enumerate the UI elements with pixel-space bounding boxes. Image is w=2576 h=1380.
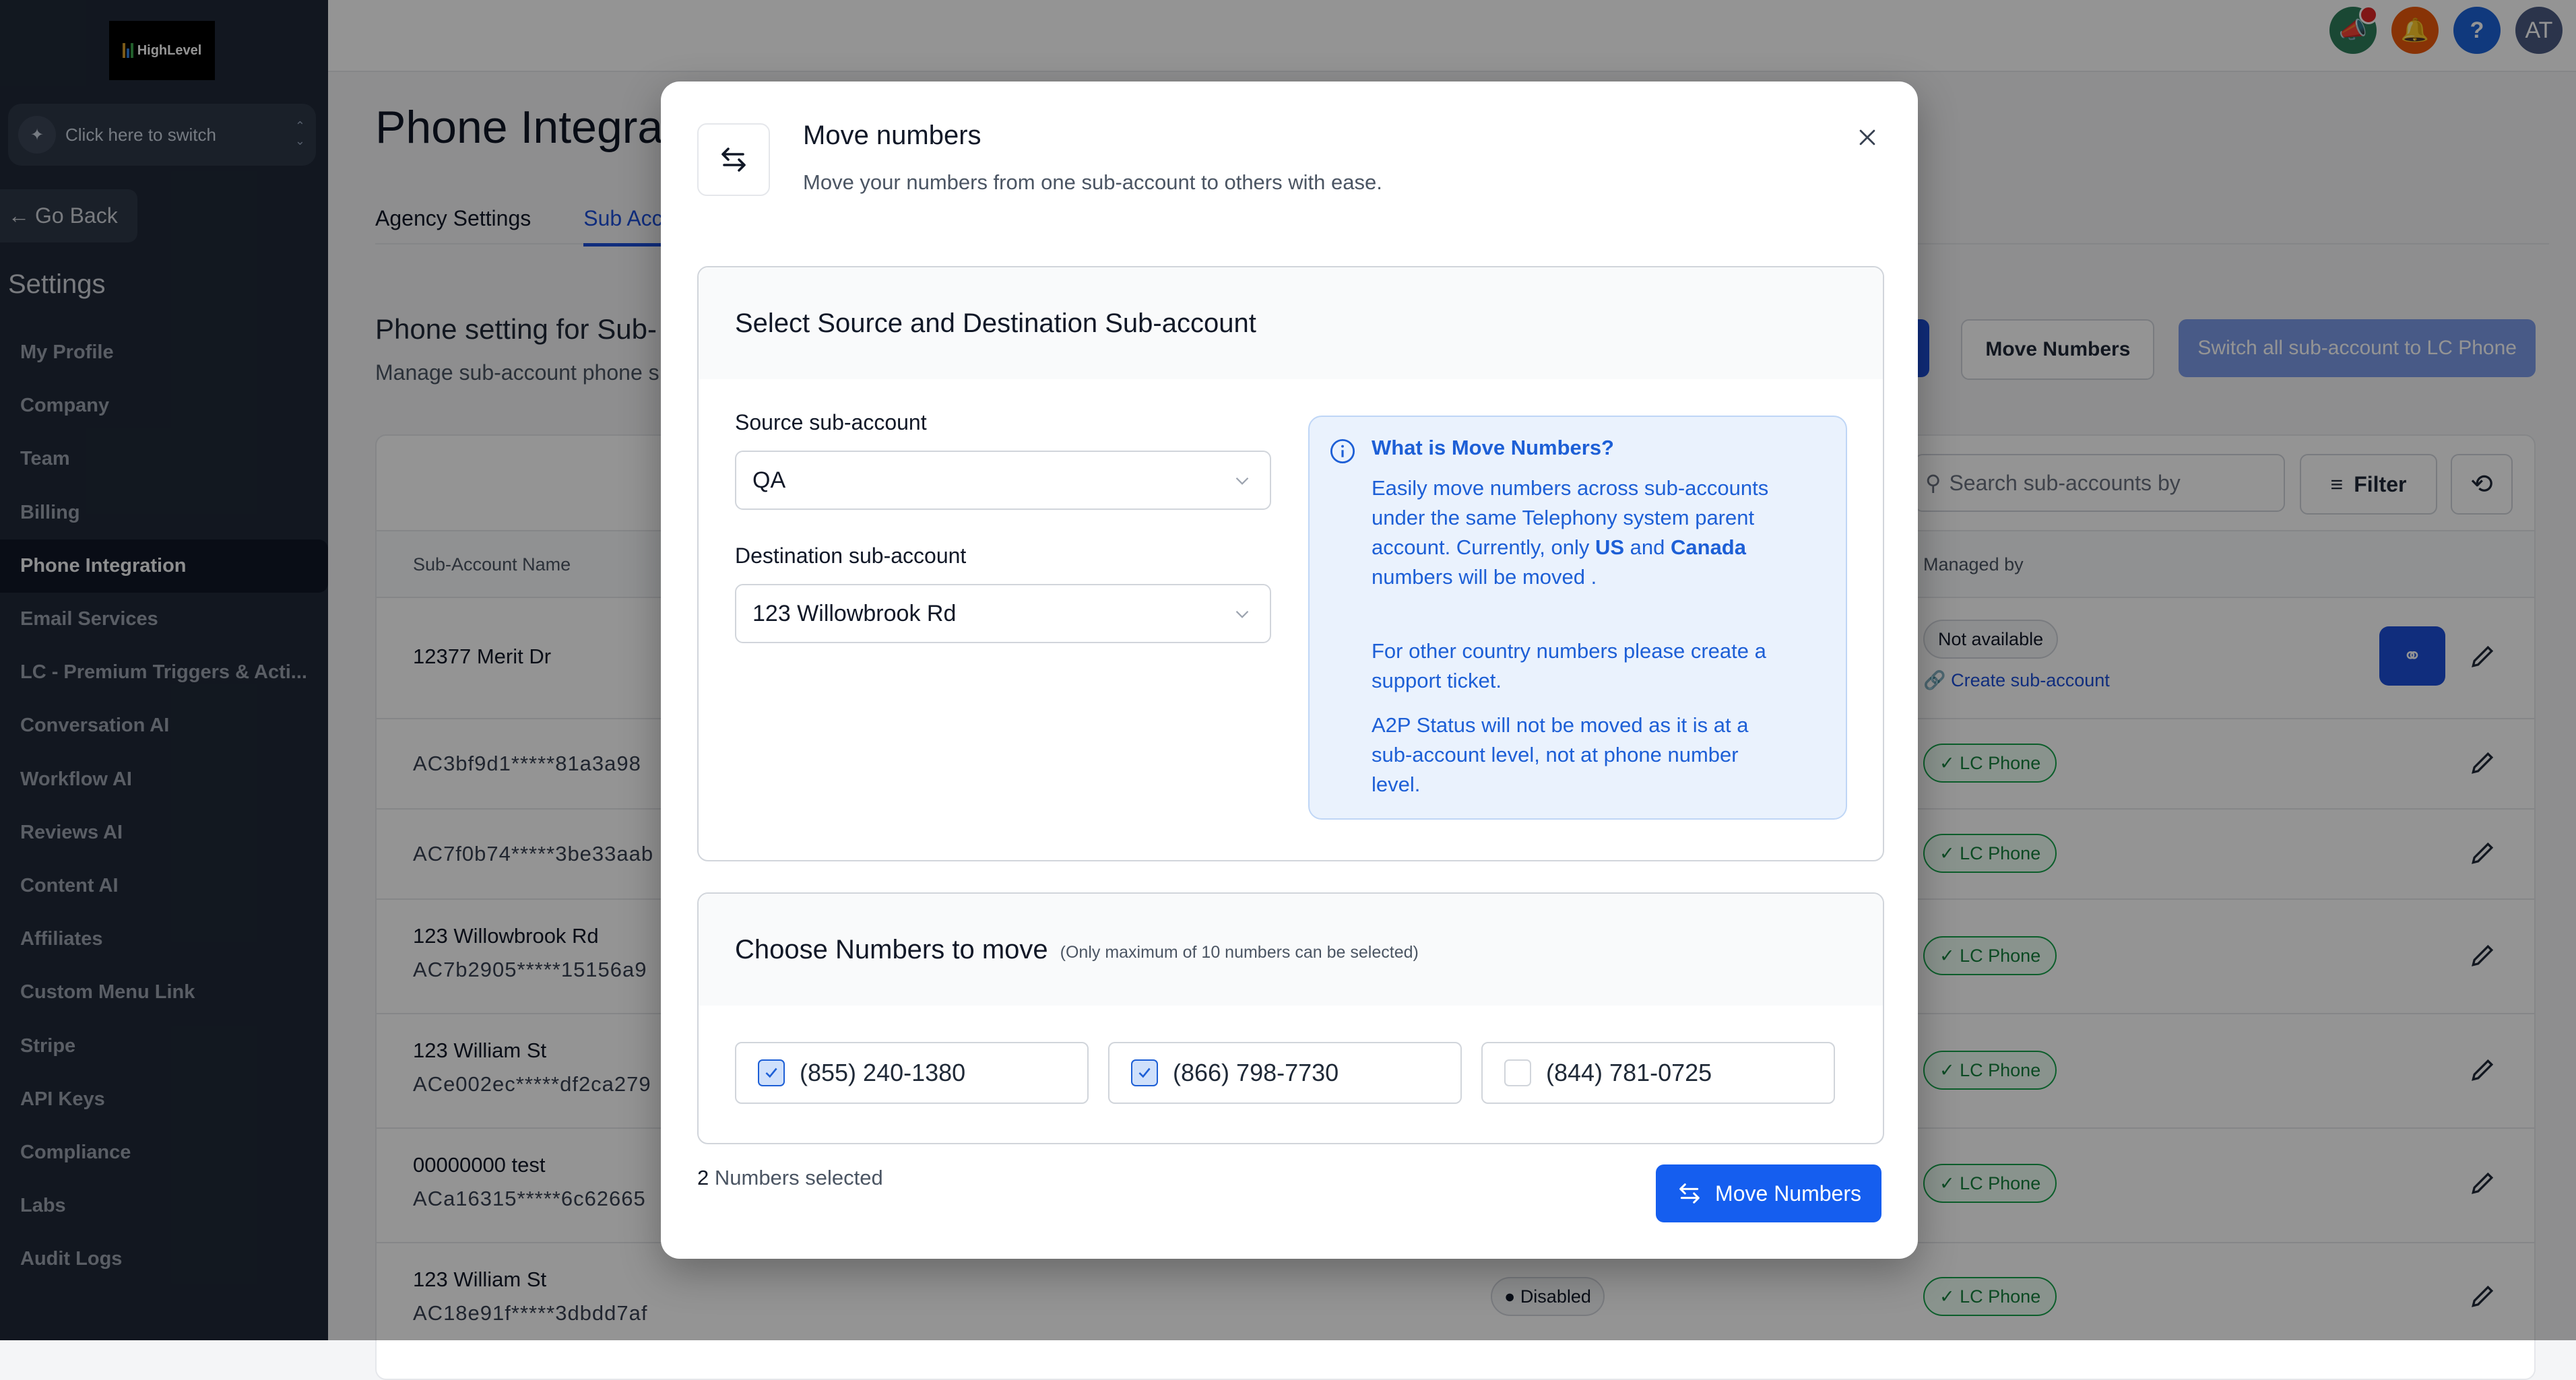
chevron-down-icon <box>1235 477 1249 485</box>
swap-arrows-icon <box>697 123 770 196</box>
source-sub-account-select[interactable]: QA <box>735 451 1271 510</box>
section-header: Choose Numbers to move (Only maximum of … <box>699 894 1883 1006</box>
info-text: numbers will be moved . <box>1372 565 1597 589</box>
modal-subtitle: Move your numbers from one sub-account t… <box>803 170 1382 194</box>
move-numbers-label: Move Numbers <box>1715 1181 1861 1206</box>
check-icon <box>1138 1067 1151 1078</box>
checkbox-unchecked[interactable] <box>1504 1059 1531 1086</box>
destination-label: Destination sub-account <box>735 544 967 568</box>
info-icon <box>1330 438 1355 464</box>
section-title: Select Source and Destination Sub-accoun… <box>735 308 1256 338</box>
info-text-canada: Canada <box>1671 535 1746 559</box>
swap-arrows-icon <box>1679 1183 1700 1204</box>
move-numbers-modal: Move numbers Move your numbers from one … <box>661 81 1918 1259</box>
close-icon[interactable] <box>1850 121 1884 154</box>
chevron-down-icon <box>1235 610 1249 618</box>
info-text: and <box>1624 535 1671 559</box>
destination-sub-account-select[interactable]: 123 Willowbrook Rd <box>735 584 1271 643</box>
check-icon <box>765 1067 777 1078</box>
choose-numbers-section: Choose Numbers to move (Only maximum of … <box>697 892 1884 1144</box>
section-note: (Only maximum of 10 numbers can be selec… <box>1060 942 1419 962</box>
info-box: What is Move Numbers? Easily move number… <box>1308 416 1847 820</box>
section-title: Choose Numbers to move <box>735 934 1048 964</box>
destination-value: 123 Willowbrook Rd <box>752 600 957 626</box>
phone-number-option[interactable]: (844) 781-0725 <box>1481 1042 1835 1104</box>
info-paragraph: Easily move numbers across sub-accounts … <box>1372 473 1789 592</box>
info-paragraph: A2P Status will not be moved as it is at… <box>1372 713 1749 796</box>
phone-number-option[interactable]: (855) 240-1380 <box>735 1042 1089 1104</box>
info-text-us: US <box>1595 535 1625 559</box>
source-destination-section: Select Source and Destination Sub-accoun… <box>697 266 1884 861</box>
section-header: Select Source and Destination Sub-accoun… <box>699 267 1883 379</box>
info-paragraph: For other country numbers please create … <box>1372 639 1766 692</box>
modal-title: Move numbers <box>803 121 981 150</box>
phone-number-label: (855) 240-1380 <box>800 1059 966 1086</box>
selected-count-value: 2 <box>697 1166 709 1189</box>
source-value: QA <box>752 467 786 493</box>
selected-count-label: Numbers selected <box>709 1166 883 1189</box>
phone-number-option[interactable]: (866) 798-7730 <box>1108 1042 1462 1104</box>
phone-number-label: (844) 781-0725 <box>1546 1059 1712 1086</box>
checkbox-checked[interactable] <box>1131 1059 1158 1086</box>
source-label: Source sub-account <box>735 410 927 434</box>
selected-count: 2 Numbers selected <box>697 1166 883 1190</box>
checkbox-checked[interactable] <box>758 1059 785 1086</box>
info-title: What is Move Numbers? <box>1372 436 1614 459</box>
move-numbers-submit-button[interactable]: Move Numbers <box>1656 1164 1881 1222</box>
phone-number-label: (866) 798-7730 <box>1173 1059 1339 1086</box>
